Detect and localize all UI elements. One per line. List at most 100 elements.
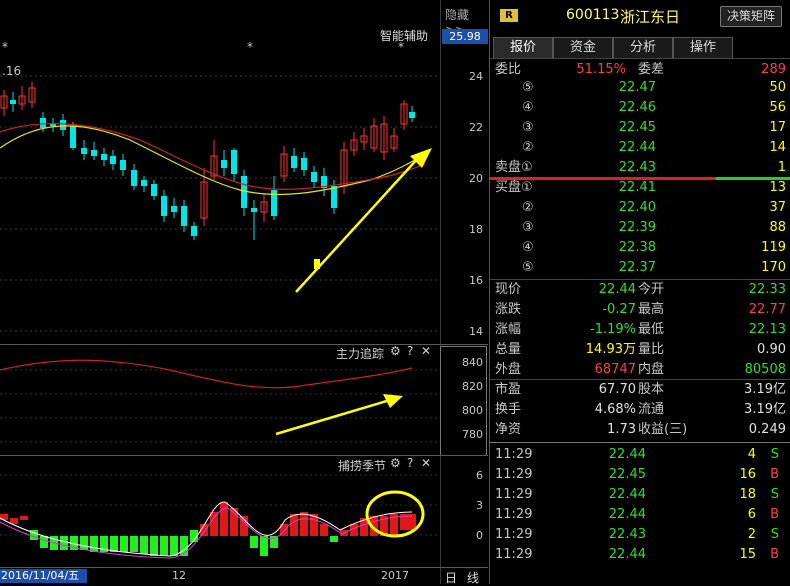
trend-arrow-marker bbox=[314, 259, 320, 269]
candle-body bbox=[120, 160, 126, 170]
bid-row[interactable]: ② 22.40 37 bbox=[490, 198, 790, 218]
pane-divider bbox=[0, 567, 488, 568]
decision-matrix-button[interactable]: 决策矩阵 bbox=[720, 6, 782, 27]
settings-icon[interactable]: ⚙ bbox=[390, 456, 401, 470]
y-tick-label: 16 bbox=[469, 274, 483, 287]
ask-level: ③ bbox=[522, 120, 534, 135]
help-icon[interactable]: ? bbox=[407, 344, 413, 358]
help-icon[interactable]: ? bbox=[407, 456, 413, 470]
trade-price: 22.44 bbox=[608, 507, 646, 522]
tab-operation[interactable]: 操作 bbox=[673, 37, 733, 58]
pane-divider[interactable] bbox=[0, 455, 488, 456]
quote-label: 量比 bbox=[638, 342, 665, 357]
quote-value: 67.70 bbox=[598, 382, 636, 397]
candle-body bbox=[131, 170, 137, 186]
bid-level: 买盘① bbox=[495, 180, 533, 195]
indicator2-bar bbox=[60, 536, 68, 550]
indicator2-bar bbox=[130, 536, 138, 552]
quote-value: 1.73 bbox=[607, 422, 636, 437]
trade-side: B bbox=[770, 547, 779, 562]
kline-chart-area[interactable]: * * * .16 智能辅助 主力追踪 ⚙ ? ✕ 捕捞季节 ⚙ ? ✕ 201… bbox=[0, 0, 440, 584]
bid-row[interactable]: ③ 22.39 88 bbox=[490, 218, 790, 238]
quote-panel: R 600113 浙江东日 决策矩阵 报价 资金 分析 操作 委比 51.15% 委… bbox=[489, 0, 790, 584]
close-icon[interactable]: ✕ bbox=[421, 344, 431, 358]
trade-side: B bbox=[770, 467, 779, 482]
trade-side: S bbox=[770, 487, 779, 502]
y-tick-label: 6 bbox=[476, 469, 483, 482]
pane-divider[interactable] bbox=[0, 344, 488, 345]
ask-row[interactable]: ③ 22.45 17 bbox=[490, 118, 790, 138]
candle-body bbox=[221, 160, 227, 168]
ask-volume: 1 bbox=[777, 160, 786, 175]
divider bbox=[490, 442, 790, 443]
trade-row: 11:29 22.45 16 B bbox=[490, 465, 790, 485]
tab-analysis[interactable]: 分析 bbox=[613, 37, 673, 58]
y-tick-label: 22 bbox=[469, 121, 483, 134]
candle-body bbox=[191, 226, 197, 236]
indicator2-bar bbox=[40, 536, 48, 548]
bid-row[interactable]: 买盘① 22.41 13 bbox=[490, 178, 790, 198]
indicator2-bar bbox=[90, 536, 98, 552]
trade-volume: 6 bbox=[747, 507, 756, 522]
quote-value: 4.68% bbox=[594, 402, 636, 417]
ask-row[interactable]: ② 22.44 14 bbox=[490, 138, 790, 158]
bid-volume: 119 bbox=[761, 240, 786, 255]
candle-body bbox=[101, 154, 107, 160]
ask-level: ② bbox=[522, 140, 534, 155]
quote-label: 股本 bbox=[638, 382, 665, 397]
settings-icon[interactable]: ⚙ bbox=[390, 344, 401, 358]
smart-assist-button[interactable]: 智能辅助 bbox=[380, 27, 428, 44]
quote-label: 涨跌 bbox=[495, 302, 522, 317]
candle-body bbox=[241, 176, 247, 208]
indicator2-bar bbox=[150, 536, 158, 556]
period-line-button[interactable]: 线 bbox=[467, 569, 479, 586]
candle-body bbox=[331, 186, 337, 208]
bid-row[interactable]: ④ 22.38 119 bbox=[490, 238, 790, 258]
indicator2-bar bbox=[110, 536, 118, 552]
bid-volume: 88 bbox=[769, 220, 786, 235]
y-tick-label: 18 bbox=[469, 223, 483, 236]
quote-label: 收益(三) bbox=[638, 422, 688, 437]
candle-body bbox=[311, 172, 317, 182]
quote-row: 涨幅 -1.19% 最低 22.13 bbox=[490, 320, 790, 340]
quote-value: 22.13 bbox=[748, 322, 786, 337]
indicator2-bar bbox=[120, 536, 128, 552]
quote-label: 最高 bbox=[638, 302, 665, 317]
ask-level: 卖盘① bbox=[495, 160, 533, 175]
trade-time: 11:29 bbox=[495, 467, 533, 482]
divider bbox=[490, 58, 790, 59]
kline-chart[interactable] bbox=[0, 0, 440, 584]
quote-value: 80508 bbox=[744, 362, 786, 377]
x-tick-label: 2017 bbox=[381, 569, 409, 582]
quote-value: 3.19亿 bbox=[744, 402, 786, 417]
trade-row: 11:29 22.43 2 S bbox=[490, 525, 790, 545]
quote-label: 流通 bbox=[638, 402, 665, 417]
trade-time: 11:29 bbox=[495, 507, 533, 522]
quote-label: 今开 bbox=[638, 282, 665, 297]
trade-time: 11:29 bbox=[495, 547, 533, 562]
trade-volume: 4 bbox=[747, 447, 756, 462]
ask-row[interactable]: ⑤ 22.47 50 bbox=[490, 78, 790, 98]
trade-price: 22.44 bbox=[608, 547, 646, 562]
weicha-value: 289 bbox=[761, 62, 786, 77]
ask-row[interactable]: 卖盘① 22.43 1 bbox=[490, 158, 790, 178]
candle-body bbox=[60, 120, 66, 130]
bid-price: 22.39 bbox=[618, 220, 656, 235]
period-day-button[interactable]: 日 bbox=[445, 569, 457, 586]
trade-volume: 15 bbox=[739, 547, 756, 562]
close-icon[interactable]: ✕ bbox=[421, 456, 431, 470]
ask-level: ④ bbox=[522, 100, 534, 115]
quote-value: -1.19% bbox=[590, 322, 636, 337]
indicator2-bar bbox=[220, 502, 228, 536]
bid-row[interactable]: ⑤ 22.37 170 bbox=[490, 258, 790, 278]
ask-row[interactable]: ④ 22.46 56 bbox=[490, 98, 790, 118]
x-tick-label: 12 bbox=[172, 569, 186, 582]
candle-body bbox=[110, 156, 116, 164]
indicator2-bar bbox=[290, 514, 298, 536]
star-marker: * bbox=[2, 40, 8, 54]
tab-quote[interactable]: 报价 bbox=[493, 37, 553, 58]
indicator1-title: 主力追踪 bbox=[336, 347, 385, 361]
trade-time: 11:29 bbox=[495, 447, 533, 462]
tab-funds[interactable]: 资金 bbox=[553, 37, 613, 58]
candle-body bbox=[10, 100, 16, 104]
